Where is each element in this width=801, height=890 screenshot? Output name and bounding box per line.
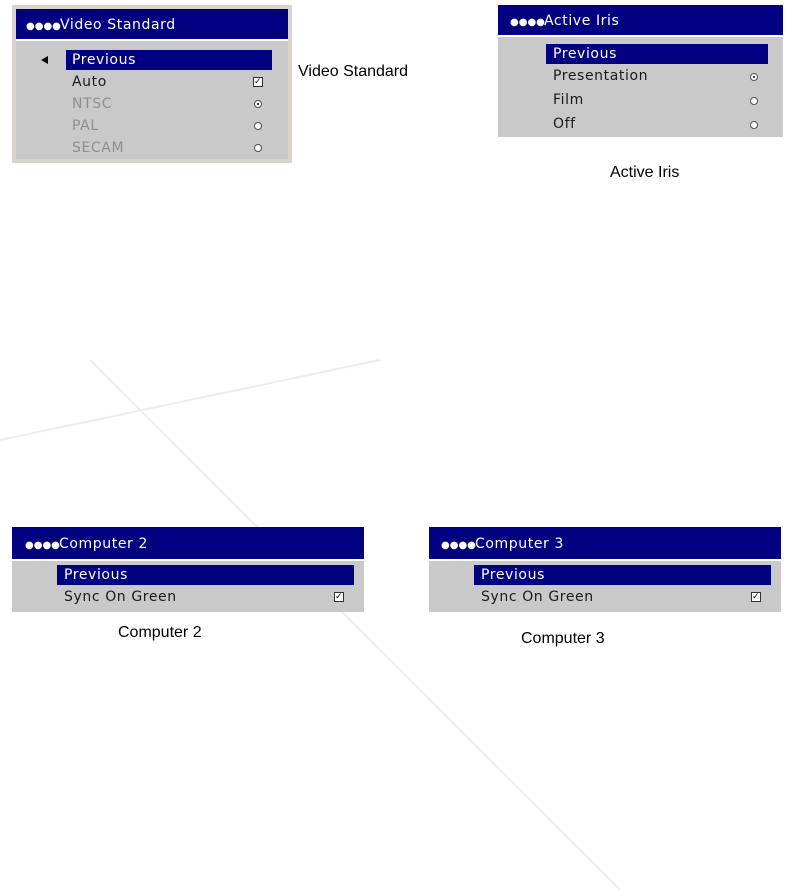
menu-item-label: Previous [64,567,128,583]
computer-2-title: Computer 2 [59,536,148,552]
active-iris-title-bar: ●●●●Active Iris [498,5,783,37]
four-dots-icon: ●●●● [510,17,545,28]
checkbox-icon[interactable]: ✓ [253,77,263,87]
menu-item-auto[interactable]: Auto ✓ [16,71,288,93]
menu-item-previous[interactable]: Previous [498,43,783,65]
menu-item-label: SECAM [72,140,125,156]
radio-icon[interactable] [750,97,758,105]
computer-3-title-bar: ●●●●Computer 3 [429,527,781,561]
video-standard-title-bar: ●●●●Video Standard [16,9,288,41]
menu-item-label: Sync On Green [481,589,594,605]
menu-item-previous[interactable]: Previous [12,564,364,586]
menu-item-secam[interactable]: SECAM [16,137,288,159]
menu-item-label: Auto [72,74,107,90]
radio-icon[interactable] [254,122,262,130]
four-dots-icon: ●●●● [26,21,61,32]
computer-2-caption: Computer 2 [118,624,202,641]
checkbox-icon[interactable]: ✓ [334,592,344,602]
video-standard-menu: ●●●●Video Standard Previous Auto ✓ NTSC … [12,5,292,163]
menu-item-label: Presentation [553,68,649,84]
computer-3-menu: ●●●●Computer 3 Previous Sync On Green ✓ [429,527,781,612]
active-iris-menu: ●●●●Active Iris Previous Presentation Fi… [498,5,783,137]
menu-item-previous[interactable]: Previous [429,564,781,586]
menu-item-off[interactable]: Off [498,113,783,135]
menu-item-film[interactable]: Film [498,89,783,111]
active-iris-caption: Active Iris [610,164,680,181]
menu-item-label: Previous [553,46,617,62]
menu-item-sync-on-green[interactable]: Sync On Green ✓ [12,586,364,608]
menu-item-presentation[interactable]: Presentation [498,65,783,87]
menu-item-label: Off [553,116,576,132]
checkbox-icon[interactable]: ✓ [751,592,761,602]
radio-icon[interactable] [254,100,262,108]
video-standard-caption: Video Standard [298,63,409,80]
menu-item-label: NTSC [72,96,113,112]
menu-item-pal[interactable]: PAL [16,115,288,137]
radio-icon[interactable] [750,121,758,129]
menu-item-label: Sync On Green [64,589,177,605]
active-iris-title: Active Iris [544,13,620,29]
left-arrow-icon [41,56,48,64]
four-dots-icon: ●●●● [25,540,60,551]
menu-item-label: Previous [72,52,136,68]
computer-2-title-bar: ●●●●Computer 2 [12,527,364,561]
computer-3-title: Computer 3 [475,536,564,552]
menu-item-sync-on-green[interactable]: Sync On Green ✓ [429,586,781,608]
menu-item-label: Previous [481,567,545,583]
computer-3-caption: Computer 3 [521,630,605,647]
menu-item-ntsc[interactable]: NTSC [16,93,288,115]
video-standard-title: Video Standard [60,17,176,33]
radio-icon[interactable] [254,144,262,152]
radio-icon[interactable] [750,73,758,81]
menu-item-label: PAL [72,118,99,134]
four-dots-icon: ●●●● [441,540,476,551]
menu-item-label: Film [553,92,584,108]
menu-item-previous[interactable]: Previous [16,49,288,71]
computer-2-menu: ●●●●Computer 2 Previous Sync On Green ✓ [12,527,364,612]
